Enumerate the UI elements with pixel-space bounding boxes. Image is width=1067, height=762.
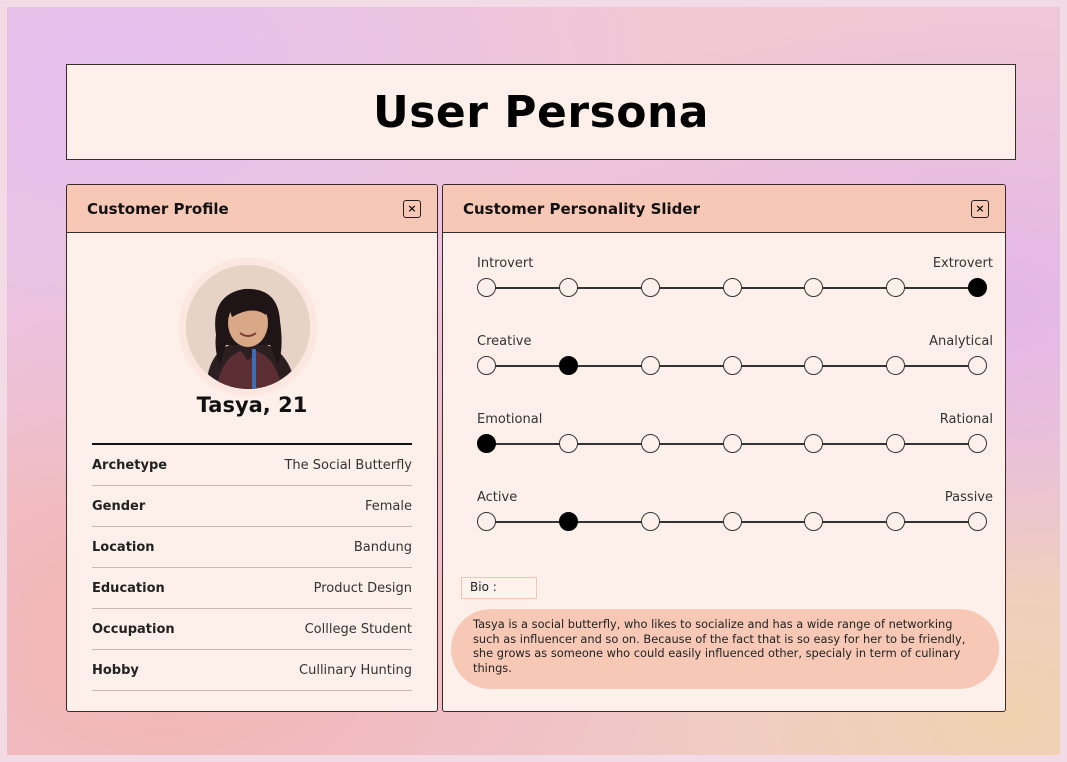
slider-dot[interactable] [722,434,742,453]
profile-row-location: Location Bandung [92,527,412,568]
bio-label: Bio : [461,577,537,599]
profile-value: The Social Butterfly [284,457,412,473]
scale-left-label: Introvert [477,256,534,271]
scale-left-label: Active [477,490,518,505]
profile-table: Archetype The Social Butterfly Gender Fe… [92,443,412,691]
slider-dot[interactable] [968,356,987,375]
slider-dot[interactable] [886,512,906,531]
profile-value: Colllege Student [304,621,412,637]
profile-row-gender: Gender Female [92,486,412,527]
scale-right-label: Analytical [929,334,993,349]
slider-dot[interactable] [886,356,906,375]
profile-row-hobby: Hobby Cullinary Hunting [92,650,412,691]
slider-dot-selected[interactable] [558,356,578,375]
bio-text: Tasya is a social butterfly, who likes t… [451,609,999,689]
slider-dot[interactable] [477,356,496,375]
slider-dot[interactable] [558,278,578,297]
avatar-frame [180,259,316,395]
profile-key: Education [92,580,165,596]
scale-right-label: Rational [939,412,993,427]
profile-key: Gender [92,498,146,514]
slider-dot-selected[interactable] [477,434,496,453]
slider-dot[interactable] [558,434,578,453]
profile-row-occupation: Occupation Colllege Student [92,609,412,650]
profile-value: Female [364,498,412,514]
personality-scale-introvert-extrovert: Introvert Extrovert [477,256,993,299]
profile-key: Occupation [92,621,175,637]
profile-panel-header: Customer Profile × [67,185,437,233]
profile-row-archetype: Archetype The Social Butterfly [92,445,412,486]
profile-key: Location [92,539,155,555]
slider-dot[interactable] [968,512,987,531]
scale-track[interactable] [477,433,993,455]
slider-dot[interactable] [804,434,824,453]
customer-profile-panel: Customer Profile × Tasya, 21 Archetype T… [66,184,438,712]
scale-left-label: Emotional [477,412,543,427]
profile-row-education: Education Product Design [92,568,412,609]
personality-scale-creative-analytical: Creative Analytical [477,334,993,377]
slider-dot[interactable] [722,356,742,375]
scale-track[interactable] [477,355,993,377]
slider-dot[interactable] [722,278,742,297]
page-title: User Persona [373,86,709,138]
slider-dot[interactable] [640,356,660,375]
scale-right-label: Extrovert [932,256,993,271]
slider-dot[interactable] [804,278,824,297]
title-banner: User Persona [66,64,1016,160]
profile-close-button[interactable]: × [403,199,421,218]
slider-dot[interactable] [640,278,660,297]
slider-dot[interactable] [886,278,906,297]
slider-dot-selected[interactable] [968,278,987,297]
slider-dot[interactable] [640,512,660,531]
slider-panel-title: Customer Personality Slider [463,199,700,218]
personality-scale-emotional-rational: Emotional Rational [477,412,993,455]
avatar [186,265,310,389]
profile-value: Product Design [313,580,412,596]
avatar-photo [186,265,310,389]
personality-scale-active-passive: Active Passive [477,490,993,533]
slider-dot[interactable] [804,512,824,531]
profile-key: Archetype [92,457,168,473]
scale-right-label: Passive [944,490,993,505]
personality-slider-panel: Customer Personality Slider × Introvert … [442,184,1006,712]
slider-dot[interactable] [804,356,824,375]
persona-name: Tasya, 21 [196,393,308,417]
profile-panel-title: Customer Profile [87,199,229,218]
scale-track[interactable] [477,511,993,533]
slider-dot[interactable] [640,434,660,453]
slider-dot[interactable] [477,512,496,531]
scale-left-label: Creative [477,334,532,349]
slider-panel-header: Customer Personality Slider × [443,185,1005,233]
slider-dot[interactable] [477,278,496,297]
slider-close-button[interactable]: × [971,199,989,218]
slider-dot-selected[interactable] [558,512,578,531]
profile-value: Bandung [353,539,412,555]
slider-dot[interactable] [886,434,906,453]
scale-track[interactable] [477,277,993,299]
profile-key: Hobby [92,662,139,678]
slider-dot[interactable] [722,512,742,531]
profile-value: Cullinary Hunting [299,662,412,678]
slider-dot[interactable] [968,434,987,453]
